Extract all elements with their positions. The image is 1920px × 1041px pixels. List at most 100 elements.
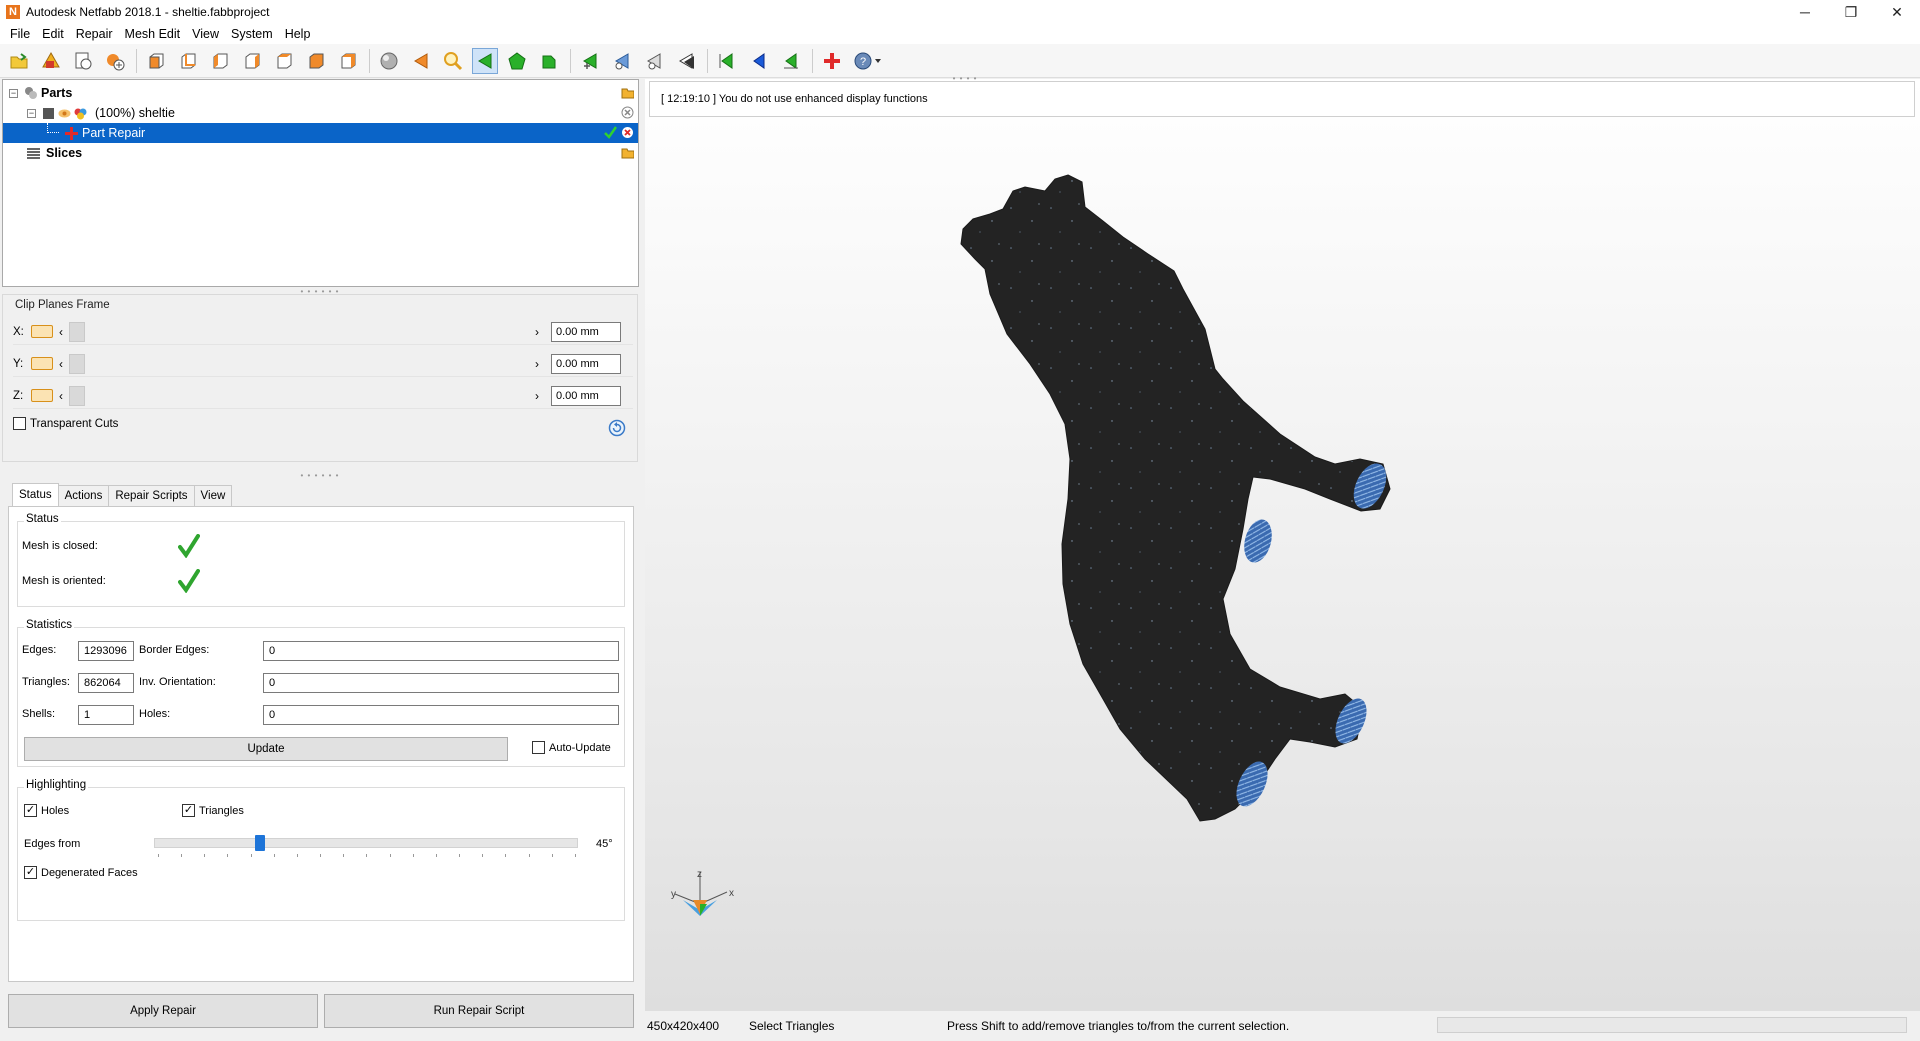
view-left-icon[interactable] [207, 48, 233, 74]
holes-check-label: Holes [41, 804, 70, 817]
status-group-title: Status [24, 513, 61, 525]
cut-icon[interactable] [641, 48, 667, 74]
holes-checkbox[interactable]: ✓ [24, 804, 37, 817]
clip-slider[interactable] [69, 385, 529, 406]
slider-thumb[interactable] [69, 321, 85, 342]
triangles-checkbox[interactable]: ✓ [182, 804, 195, 817]
degenerated-faces-option[interactable]: ✓ Degenerated Faces [24, 866, 138, 879]
cancel-icon[interactable] [621, 126, 634, 139]
repair-cross-icon[interactable] [819, 48, 845, 74]
menu-file[interactable]: File [4, 27, 36, 41]
collapse-icon[interactable]: − [9, 88, 18, 98]
menu-edit[interactable]: Edit [36, 27, 70, 41]
highlighting-group-title: Highlighting [24, 779, 89, 791]
holes-highlight-option[interactable]: ✓ Holes [24, 804, 69, 817]
tree-row-part[interactable]: − (100%) sheltie [3, 103, 638, 123]
auto-update-checkbox[interactable] [532, 741, 545, 754]
run-repair-script-button[interactable]: Run Repair Script [324, 994, 634, 1028]
view-front-icon[interactable] [143, 48, 169, 74]
select-shell-icon[interactable] [536, 48, 562, 74]
export-icon[interactable] [70, 48, 96, 74]
apply-repair-button[interactable]: Apply Repair [8, 994, 318, 1028]
tree-row-slices[interactable]: Slices [3, 143, 638, 163]
slider-thumb[interactable] [69, 353, 85, 374]
select-triangle-icon[interactable] [472, 47, 498, 74]
clip-value-input[interactable]: 0.00 mm [551, 353, 621, 374]
reset-icon[interactable] [608, 419, 626, 440]
tree-row-parts[interactable]: − Parts [3, 83, 638, 103]
smooth-icon[interactable] [673, 48, 699, 74]
add-part-icon[interactable] [38, 48, 64, 74]
view-iso-icon[interactable] [335, 48, 361, 74]
menu-system[interactable]: System [225, 27, 279, 41]
auto-update-option[interactable]: Auto-Update [532, 741, 611, 754]
zoom-icon[interactable] [440, 48, 466, 74]
menu-help[interactable]: Help [279, 27, 317, 41]
clip-value-input[interactable]: 0.00 mm [551, 321, 621, 342]
sheltie-model[interactable] [645, 79, 1920, 1011]
menu-repair[interactable]: Repair [70, 27, 119, 41]
tab-actions[interactable]: Actions [57, 485, 110, 506]
visibility-icon[interactable] [58, 107, 71, 120]
clip-slider[interactable] [69, 321, 529, 342]
slider-thumb[interactable] [69, 385, 85, 406]
chevron-right-icon[interactable]: › [535, 389, 539, 403]
help-dropdown-icon[interactable]: ? [851, 48, 885, 74]
update-button[interactable]: Update [24, 737, 508, 761]
tab-status[interactable]: Status [12, 483, 59, 506]
edges-from-slider[interactable] [154, 838, 578, 848]
status-mode: Select Triangles [749, 1019, 835, 1033]
chevron-right-icon[interactable]: › [535, 357, 539, 371]
chevron-left-icon[interactable]: ‹ [59, 325, 63, 339]
select-surface-icon[interactable] [504, 48, 530, 74]
3d-viewport[interactable]: • • • • [ 12:19:10 ] You do not use enha… [645, 74, 1920, 1011]
folder-open-icon[interactable] [621, 86, 634, 99]
tree-row-part-repair[interactable]: Part Repair [3, 123, 638, 143]
chevron-left-icon[interactable]: ‹ [59, 357, 63, 371]
clip-slider[interactable] [69, 353, 529, 374]
clip-enable-toggle[interactable] [31, 389, 53, 402]
view-top-icon[interactable] [271, 48, 297, 74]
degenerated-faces-checkbox[interactable]: ✓ [24, 866, 37, 879]
open-project-icon[interactable] [6, 48, 32, 74]
apply-check-icon[interactable] [604, 126, 617, 139]
clip-enable-toggle[interactable] [31, 357, 53, 370]
axis-y-label: y [671, 889, 676, 900]
menu-mesh-edit[interactable]: Mesh Edit [119, 27, 187, 41]
transparent-cuts-option[interactable]: Transparent Cuts [13, 417, 118, 430]
close-button[interactable]: ✕ [1874, 0, 1920, 24]
mesh-closed-label: Mesh is closed: [22, 540, 98, 552]
new-part-icon[interactable] [102, 48, 128, 74]
clip-planes-title: Clip Planes Frame [15, 299, 110, 311]
remove-icon[interactable] [621, 106, 634, 119]
flip-blue-icon[interactable] [746, 48, 772, 74]
transparent-cuts-checkbox[interactable] [13, 417, 26, 430]
border-edges-label: Border Edges: [139, 644, 210, 656]
view-right-icon[interactable] [239, 48, 265, 74]
toolbar-separator [369, 48, 370, 73]
chevron-left-icon[interactable]: ‹ [59, 389, 63, 403]
triangles-highlight-option[interactable]: ✓ Triangles [182, 804, 244, 817]
chevron-right-icon[interactable]: › [535, 325, 539, 339]
arrow-icon[interactable] [408, 48, 434, 74]
menu-view[interactable]: View [186, 27, 225, 41]
tab-repair-scripts[interactable]: Repair Scripts [108, 485, 195, 506]
flip-left-icon[interactable] [714, 48, 740, 74]
maximize-button[interactable]: ❐ [1828, 0, 1874, 24]
clip-enable-toggle[interactable] [31, 325, 53, 338]
splitter-handle[interactable]: • • • • • • [2, 471, 638, 480]
view-bottom-icon[interactable] [303, 48, 329, 74]
slider-thumb[interactable] [255, 835, 265, 851]
color-icon[interactable] [74, 107, 87, 120]
folder-open-icon[interactable] [621, 146, 634, 159]
clip-value-input[interactable]: 0.00 mm [551, 385, 621, 406]
tab-view[interactable]: View [193, 485, 233, 506]
sphere-icon[interactable] [376, 48, 402, 74]
minimize-button[interactable]: ─ [1782, 0, 1828, 24]
move-icon[interactable] [609, 48, 635, 74]
flip-green-icon[interactable] [778, 48, 804, 74]
add-triangle-icon[interactable] [577, 48, 603, 74]
collapse-icon[interactable]: − [27, 108, 36, 118]
toolbar-separator [136, 48, 137, 73]
view-back-icon[interactable] [175, 48, 201, 74]
